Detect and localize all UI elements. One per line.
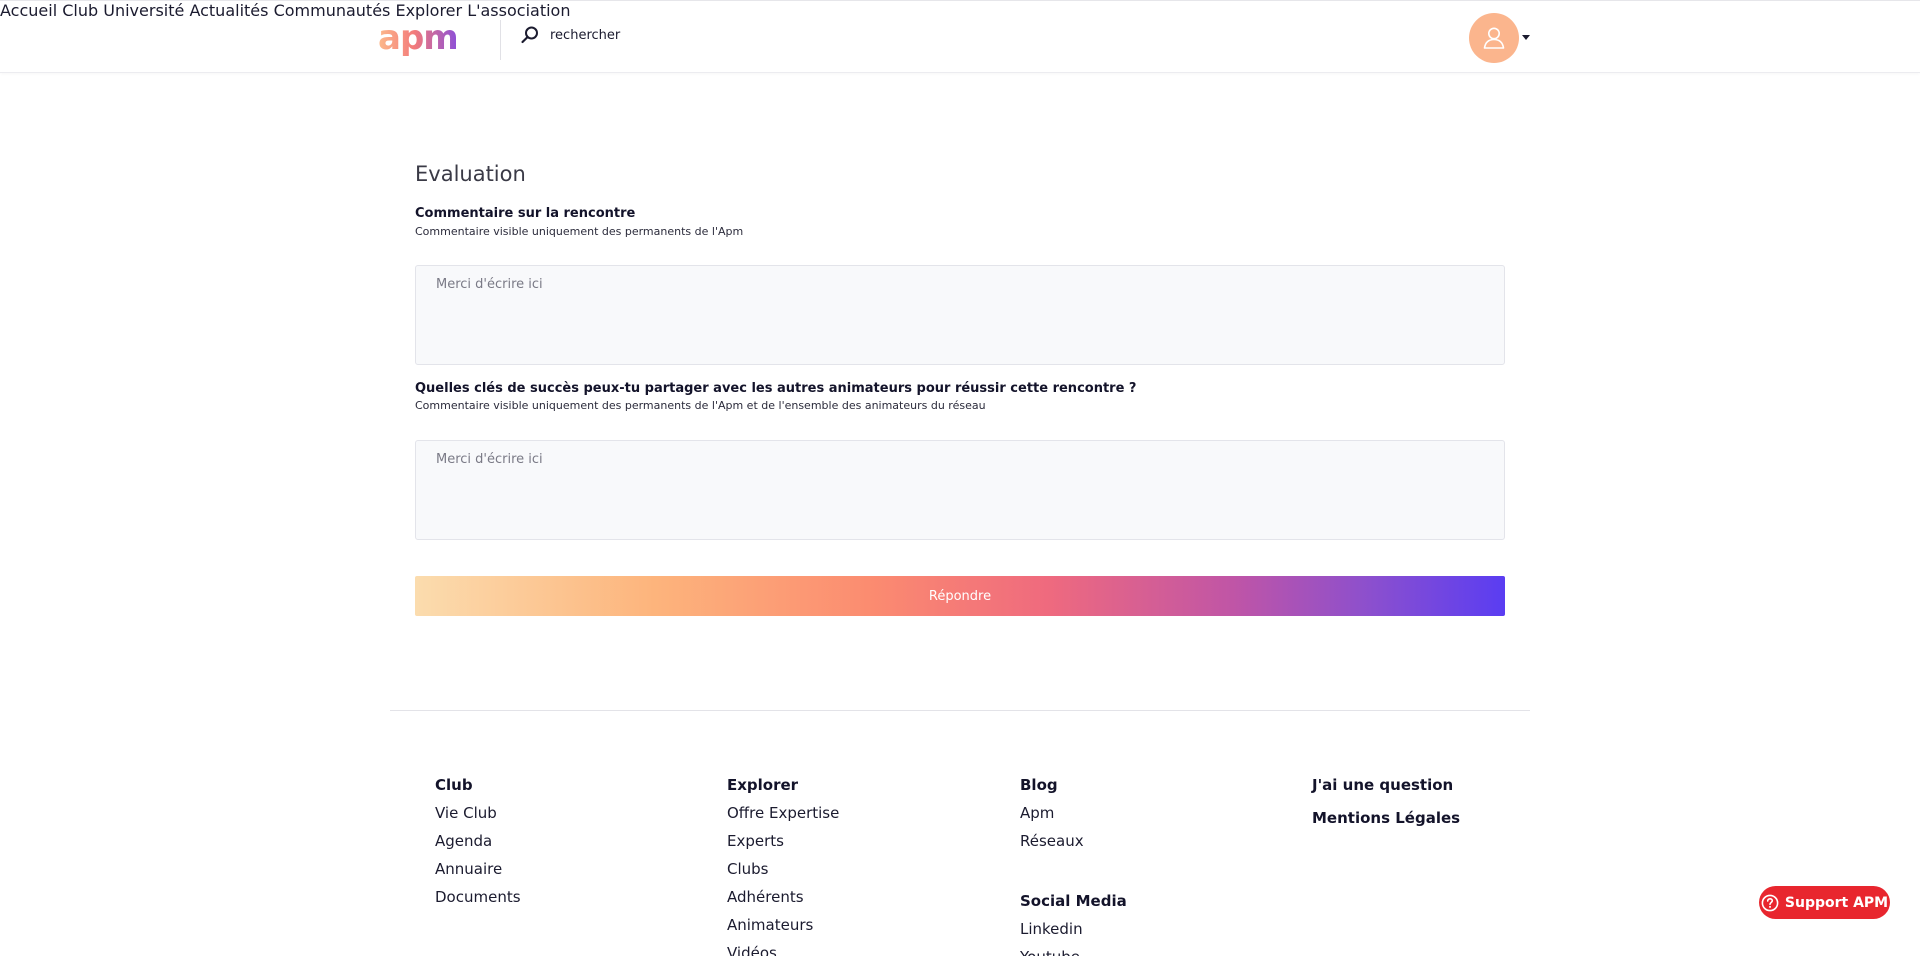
- success-keys-textarea[interactable]: [415, 440, 1505, 540]
- user-avatar[interactable]: [1469, 13, 1519, 63]
- support-label: Support APM: [1784, 894, 1889, 911]
- help-circle-icon: [1761, 894, 1779, 911]
- footer-link-annuaire[interactable]: Annuaire: [435, 860, 521, 878]
- question-1-help: Commentaire visible uniquement des perma…: [415, 225, 744, 238]
- footer-col-blog: Blog Apm Réseaux Social Media Linkedin Y…: [1020, 776, 1127, 956]
- footer-heading-explorer[interactable]: Explorer: [727, 776, 839, 794]
- apm-logo[interactable]: apm: [378, 21, 473, 55]
- top-navbar: apm Accueil Club Université Actualités C…: [0, 0, 1920, 73]
- search-input[interactable]: [550, 27, 710, 43]
- footer-link-linkedin[interactable]: Linkedin: [1020, 920, 1127, 938]
- footer-col-explorer: Explorer Offre Expertise Experts Clubs A…: [727, 776, 839, 956]
- footer-link-adherents[interactable]: Adhérents: [727, 888, 839, 906]
- question-2-label: Quelles clés de succès peux-tu partager …: [415, 381, 1137, 396]
- footer-link-youtube[interactable]: Youtube: [1020, 948, 1127, 956]
- nav-accueil[interactable]: Accueil: [0, 1, 57, 20]
- footer-link-vie-club[interactable]: Vie Club: [435, 804, 521, 822]
- footer-heading-blog[interactable]: Blog: [1020, 776, 1127, 794]
- question-2-help: Commentaire visible uniquement des perma…: [415, 399, 986, 412]
- support-button[interactable]: Support APM: [1759, 886, 1890, 919]
- chevron-down-icon[interactable]: [1522, 35, 1530, 40]
- comment-textarea[interactable]: [415, 265, 1505, 365]
- nav-actualites[interactable]: Actualités: [189, 1, 268, 20]
- nav-club[interactable]: Club: [62, 1, 98, 20]
- question-1-label: Commentaire sur la rencontre: [415, 206, 636, 221]
- footer-col-misc: J'ai une question Mentions Légales: [1312, 776, 1460, 827]
- footer-link-mentions-legales[interactable]: Mentions Légales: [1312, 809, 1460, 827]
- footer-link-experts[interactable]: Experts: [727, 832, 839, 850]
- nav-association[interactable]: L'association: [467, 1, 570, 20]
- user-icon: [1483, 27, 1505, 49]
- footer-divider: [390, 710, 1530, 711]
- main-nav: Accueil Club Université Actualités Commu…: [0, 1, 1920, 20]
- nav-universite[interactable]: Université: [103, 1, 184, 20]
- footer-link-videos[interactable]: Vidéos: [727, 944, 839, 956]
- footer-heading-social: Social Media: [1020, 892, 1127, 910]
- submit-button[interactable]: Répondre: [415, 576, 1505, 616]
- footer-link-clubs[interactable]: Clubs: [727, 860, 839, 878]
- footer-link-documents[interactable]: Documents: [435, 888, 521, 906]
- page-title: Evaluation: [415, 162, 526, 186]
- footer-col-club: Club Vie Club Agenda Annuaire Documents: [435, 776, 521, 906]
- footer-link-offre-expertise[interactable]: Offre Expertise: [727, 804, 839, 822]
- footer-link-question[interactable]: J'ai une question: [1312, 776, 1460, 794]
- footer-link-reseaux[interactable]: Réseaux: [1020, 832, 1127, 850]
- search-bar: [520, 23, 710, 47]
- footer-link-apm[interactable]: Apm: [1020, 804, 1127, 822]
- footer-heading-club[interactable]: Club: [435, 776, 521, 794]
- footer-link-agenda[interactable]: Agenda: [435, 832, 521, 850]
- search-icon[interactable]: [520, 25, 540, 45]
- footer-link-animateurs[interactable]: Animateurs: [727, 916, 839, 934]
- nav-communautes[interactable]: Communautés: [274, 1, 391, 20]
- header-divider: [500, 20, 501, 60]
